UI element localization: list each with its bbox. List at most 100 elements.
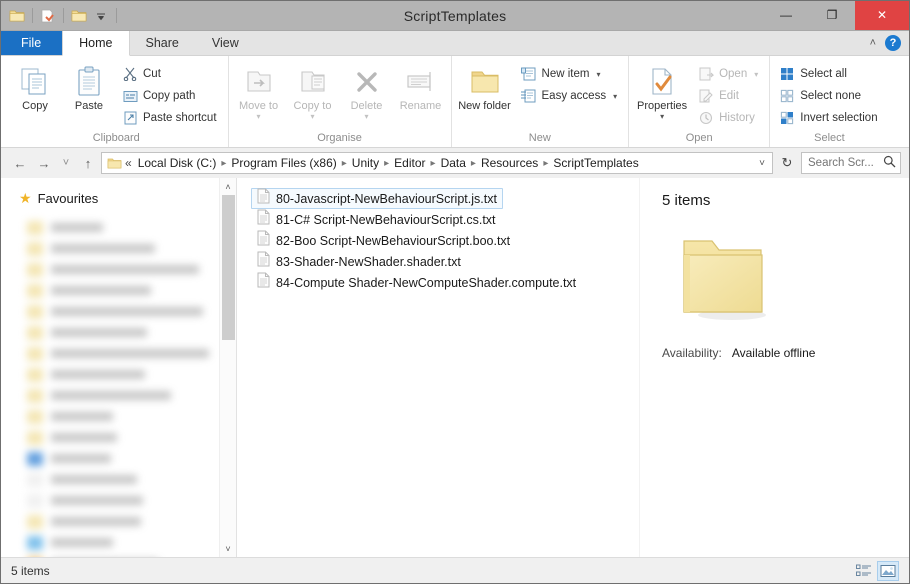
scroll-track[interactable] — [220, 195, 237, 540]
breadcrumb-sep-4[interactable]: ▸ — [470, 158, 477, 169]
sidebar-item-label — [51, 433, 117, 442]
breadcrumb-sep-5[interactable]: ▸ — [542, 158, 549, 169]
sidebar-item[interactable] — [27, 385, 236, 406]
sidebar-item[interactable] — [27, 259, 236, 280]
sidebar-item[interactable] — [27, 301, 236, 322]
sidebar-item[interactable] — [27, 469, 236, 490]
easy-access-button[interactable]: Easy access ▾ — [518, 85, 623, 107]
help-icon[interactable]: ? — [885, 35, 901, 51]
breadcrumb-item-1[interactable]: Program Files (x86) — [227, 155, 340, 171]
ribbon-group-open: Properties ▾ Open ▾ Edit History Open — [629, 56, 771, 147]
sidebar-item[interactable] — [27, 532, 236, 553]
close-button[interactable]: ✕ — [855, 0, 909, 30]
file-list-item[interactable]: 81-C# Script-NewBehaviourScript.cs.txt — [251, 209, 502, 230]
tab-file[interactable]: File — [1, 31, 63, 55]
search-box[interactable] — [801, 152, 901, 174]
folder-properties-icon[interactable] — [7, 6, 27, 26]
breadcrumb-item-5[interactable]: Resources — [477, 155, 542, 171]
select-none-button[interactable]: Select none — [776, 85, 882, 107]
sidebar-item[interactable] — [27, 490, 236, 511]
tab-share[interactable]: Share — [130, 31, 196, 55]
cut-button[interactable]: Cut — [119, 63, 222, 85]
sidebar-item[interactable] — [27, 427, 236, 448]
qat-divider-3 — [116, 8, 117, 23]
file-list-item[interactable]: 80-Javascript-NewBehaviourScript.js.txt — [251, 188, 503, 209]
rename-button[interactable]: Rename — [395, 61, 447, 116]
paste-shortcut-button-label: Paste shortcut — [143, 112, 217, 124]
sidebar-item[interactable] — [27, 511, 236, 532]
paste-button-label: Paste — [74, 100, 104, 112]
sidebar-item[interactable] — [27, 238, 236, 259]
sidebar-item[interactable] — [27, 343, 236, 364]
breadcrumb-sep-1[interactable]: ▸ — [341, 158, 348, 169]
history-button[interactable]: History — [695, 107, 763, 129]
breadcrumb-item-6[interactable]: ScriptTemplates — [549, 155, 642, 171]
paste-shortcut-button[interactable]: Paste shortcut — [119, 107, 222, 129]
breadcrumb-sep-2[interactable]: ▸ — [383, 158, 390, 169]
sidebar-item-icon — [27, 304, 43, 319]
sidebar-item[interactable] — [27, 217, 236, 238]
file-list-item[interactable]: 84-Compute Shader-NewComputeShader.compu… — [251, 272, 582, 293]
copy-to-button[interactable]: Copy to ▾ — [287, 61, 339, 123]
sidebar-scrollbar[interactable]: ˄ ˅ — [219, 178, 236, 557]
forward-button[interactable]: → — [33, 152, 55, 174]
tab-home[interactable]: Home — [62, 31, 130, 56]
breadcrumb-item-3[interactable]: Editor — [390, 155, 429, 171]
breadcrumb-dropdown-icon[interactable]: ˅ — [754, 158, 770, 169]
details-view-button[interactable] — [853, 561, 875, 581]
file-list-item[interactable]: 83-Shader-NewShader.shader.txt — [251, 251, 467, 272]
select-all-button-label: Select all — [800, 68, 847, 80]
qat-divider-2 — [63, 8, 64, 23]
breadcrumb[interactable]: « Local Disk (C:) ▸ Program Files (x86) … — [101, 152, 773, 174]
recent-locations-button[interactable]: ˅ — [57, 152, 75, 174]
breadcrumb-item-4[interactable]: Data — [437, 155, 470, 171]
open-button[interactable]: Open ▾ — [695, 63, 763, 85]
sidebar-item[interactable] — [27, 364, 236, 385]
tab-view[interactable]: View — [196, 31, 256, 55]
search-input[interactable] — [806, 156, 880, 170]
copy-path-button[interactable]: Copy path — [119, 85, 222, 107]
scroll-up-icon[interactable]: ˄ — [220, 178, 237, 195]
move-to-button[interactable]: Move to ▾ — [233, 61, 285, 123]
sidebar-blurred-items[interactable] — [1, 211, 236, 557]
easy-access-icon — [521, 88, 537, 104]
properties-button[interactable]: Properties ▾ — [633, 61, 691, 123]
sidebar-item[interactable] — [27, 448, 236, 469]
select-all-button[interactable]: Select all — [776, 63, 882, 85]
edit-button[interactable]: Edit — [695, 85, 763, 107]
up-button[interactable]: ↑ — [77, 152, 99, 174]
search-icon[interactable] — [883, 155, 896, 171]
invert-selection-button[interactable]: Invert selection — [776, 107, 882, 129]
minimize-button[interactable]: — — [763, 1, 809, 30]
customize-qat-icon[interactable] — [91, 6, 111, 26]
new-item-button[interactable]: New item ▾ — [518, 63, 623, 85]
breadcrumb-item-0[interactable]: Local Disk (C:) — [134, 155, 221, 171]
sidebar-item-favourites[interactable]: ★ Favourites — [1, 178, 236, 211]
sidebar-item[interactable] — [27, 406, 236, 427]
sidebar-item[interactable] — [27, 553, 236, 557]
maximize-button[interactable]: ❐ — [809, 1, 855, 30]
sidebar-item-icon — [27, 346, 43, 361]
new-folder-icon[interactable] — [38, 6, 58, 26]
breadcrumb-sep-0[interactable]: ▸ — [220, 158, 227, 169]
back-button[interactable]: ← — [9, 152, 31, 174]
file-list-item[interactable]: 82-Boo Script-NewBehaviourScript.boo.txt — [251, 230, 516, 251]
breadcrumb-item-2[interactable]: Unity — [348, 155, 383, 171]
copy-button[interactable]: Copy — [9, 61, 61, 116]
sidebar-item[interactable] — [27, 322, 236, 343]
open-small-buttons: Open ▾ Edit History — [693, 61, 765, 129]
undo-icon[interactable] — [69, 6, 89, 26]
breadcrumb-sep-3[interactable]: ▸ — [430, 158, 437, 169]
refresh-button[interactable]: ↻ — [775, 155, 799, 171]
new-folder-button[interactable]: New folder — [456, 61, 514, 116]
delete-button[interactable]: Delete ▾ — [341, 61, 393, 123]
scroll-thumb[interactable] — [221, 195, 235, 340]
large-icons-view-button[interactable] — [877, 560, 899, 581]
sidebar-item[interactable] — [27, 280, 236, 301]
ribbon-tab-right-controls: ˄ ? — [867, 31, 909, 55]
scroll-down-icon[interactable]: ˅ — [220, 540, 237, 557]
sidebar-item-label — [51, 286, 151, 295]
paste-button[interactable]: Paste — [63, 61, 115, 116]
breadcrumb-overflow[interactable]: « — [123, 155, 134, 171]
collapse-ribbon-icon[interactable]: ˄ — [867, 37, 879, 49]
